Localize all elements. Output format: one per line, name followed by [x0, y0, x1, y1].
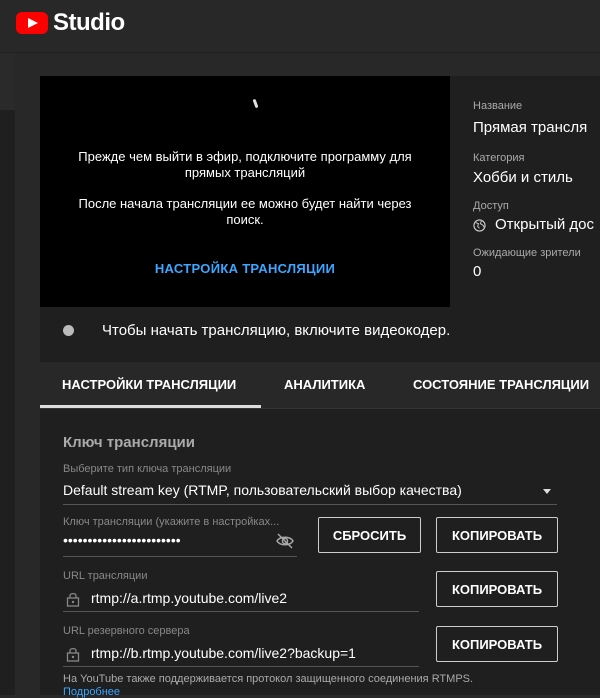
- stream-key-value: ••••••••••••••••••••••••: [63, 532, 181, 548]
- viewers-value: 0: [473, 263, 482, 280]
- tab-bar: НАСТРОЙКИ ТРАНСЛЯЦИИ АНАЛИТИКА СОСТОЯНИЕ…: [40, 362, 600, 409]
- title-label: Название: [473, 100, 523, 112]
- copy-backup-url-button[interactable]: КОПИРОВАТЬ: [436, 626, 558, 662]
- logo-text: Studio: [53, 9, 125, 36]
- rtmps-footnote: На YouTube также поддерживается протокол…: [63, 673, 474, 685]
- youtube-logo-icon: [16, 12, 48, 34]
- setup-stream-link[interactable]: НАСТРОЙКА ТРАНСЛЯЦИИ: [60, 261, 430, 276]
- copy-url-button[interactable]: КОПИРОВАТЬ: [436, 571, 558, 607]
- top-bar: Studio: [0, 0, 600, 53]
- active-tab-indicator: [40, 405, 261, 408]
- status-indicator-icon: [63, 325, 74, 336]
- lock-icon: [66, 647, 80, 662]
- backup-url-field[interactable]: rtmp://b.rtmp.youtube.com/live2?backup=1: [63, 640, 419, 667]
- category-value: Хобби и стиль: [473, 169, 573, 186]
- encoder-status-text: Чтобы начать трансляцию, включите видеок…: [102, 322, 451, 339]
- left-sidebar: [0, 53, 15, 695]
- stream-key-field[interactable]: ••••••••••••••••••••••••: [63, 530, 297, 557]
- tab-analytics[interactable]: АНАЛИТИКА: [284, 377, 365, 392]
- lock-icon: [66, 592, 80, 607]
- key-type-select[interactable]: Default stream key (RTMP, пользовательск…: [63, 480, 557, 505]
- tab-stream-settings[interactable]: НАСТРОЙКИ ТРАНСЛЯЦИИ: [62, 377, 236, 392]
- key-type-value: Default stream key (RTMP, пользовательск…: [63, 482, 462, 498]
- stream-key-label: Ключ трансляции (укажите в настройках...: [63, 516, 280, 528]
- learn-more-link[interactable]: Подробнее: [63, 686, 120, 698]
- backup-url-value: rtmp://b.rtmp.youtube.com/live2?backup=1: [91, 645, 356, 661]
- hide-visibility-icon[interactable]: [275, 532, 295, 550]
- key-type-label: Выберите тип ключа трансляции: [63, 463, 232, 475]
- viewers-label: Ожидающие зрители: [473, 247, 581, 259]
- left-sidebar-item[interactable]: [0, 53, 15, 110]
- access-label: Доступ: [473, 200, 509, 212]
- tab-stream-health[interactable]: СОСТОЯНИЕ ТРАНСЛЯЦИИ: [413, 377, 589, 392]
- category-label: Категория: [473, 152, 525, 164]
- backup-url-label: URL резервного сервера: [63, 625, 190, 637]
- stream-key-section-title: Ключ трансляции: [63, 434, 195, 451]
- youtube-studio-logo[interactable]: Studio: [16, 9, 125, 37]
- title-value: Прямая трансля: [473, 119, 588, 136]
- video-message-search: После начала трансляции ее можно будет н…: [78, 196, 412, 227]
- stream-url-value: rtmp://a.rtmp.youtube.com/live2: [91, 590, 288, 606]
- globe-icon: [473, 219, 486, 232]
- stream-url-field[interactable]: rtmp://a.rtmp.youtube.com/live2: [63, 585, 419, 612]
- stream-url-label: URL трансляции: [63, 570, 148, 582]
- access-value: Открытый дос: [495, 216, 595, 233]
- dropdown-arrow-icon: [543, 489, 551, 494]
- reset-key-button[interactable]: СБРОСИТЬ: [318, 517, 421, 553]
- copy-key-button[interactable]: КОПИРОВАТЬ: [436, 517, 558, 553]
- video-message-connect: Прежде чем выйти в эфир, подключите прог…: [78, 149, 412, 180]
